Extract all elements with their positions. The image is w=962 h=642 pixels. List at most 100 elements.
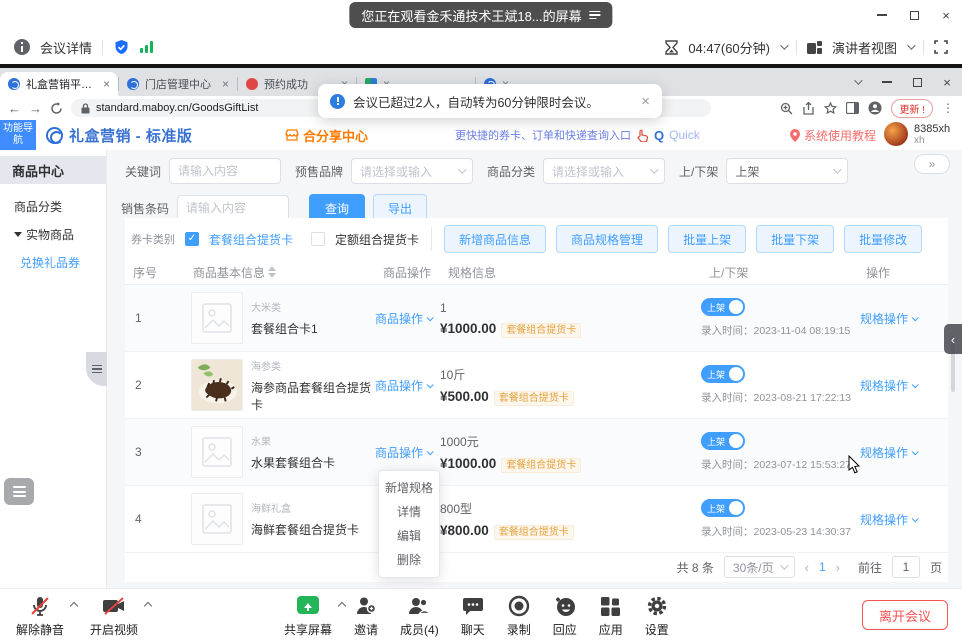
security-shield-icon[interactable] <box>113 39 130 56</box>
view-caret-icon[interactable] <box>907 41 915 49</box>
spec-action-dropdown[interactable]: 规格操作 <box>860 444 917 461</box>
tutorial-link[interactable]: 系统使用教程 <box>790 120 876 150</box>
checkbox-fixed-label[interactable]: 定额组合提货卡 <box>335 231 419 248</box>
start-video-button[interactable]: 开启视频 <box>90 594 138 638</box>
spec-manage-button[interactable]: 商品规格管理 <box>556 225 658 253</box>
prev-page-button[interactable]: ‹ <box>805 560 809 575</box>
tab-close-icon[interactable]: × <box>222 77 229 91</box>
forward-icon[interactable]: → <box>29 102 42 115</box>
back-icon[interactable]: ← <box>8 102 21 115</box>
invite-button[interactable]: 邀请 <box>354 594 378 638</box>
toast-close-icon[interactable]: × <box>641 93 650 110</box>
maximize-button[interactable] <box>898 0 930 30</box>
spec-action-dropdown[interactable]: 规格操作 <box>860 511 917 528</box>
next-page-button[interactable]: › <box>836 560 840 575</box>
meeting-details-link[interactable]: 会议详情 <box>40 38 92 57</box>
batch-edit-button[interactable]: 批量修改 <box>844 225 922 253</box>
shelf-toggle[interactable]: 上架 <box>701 298 745 316</box>
checkbox-fixed-card[interactable] <box>311 232 325 246</box>
fullscreen-icon[interactable] <box>934 40 948 54</box>
sidebar-item-categories[interactable]: 商品分类 <box>0 192 106 220</box>
browser-minimize-button[interactable] <box>872 68 902 96</box>
members-button[interactable]: 成员(4) <box>400 594 439 638</box>
menu-item-edit[interactable]: 编辑 <box>379 524 439 548</box>
menu-item-delete[interactable]: 删除 <box>379 548 439 572</box>
chat-button[interactable]: 聊天 <box>461 594 485 638</box>
quick-label[interactable]: Quick <box>669 128 700 142</box>
product-action-dropdown[interactable]: 商品操作 <box>375 377 432 394</box>
browser-close-button[interactable]: × <box>932 68 962 96</box>
info-icon[interactable] <box>14 39 30 55</box>
timer-caret-icon[interactable] <box>780 41 788 49</box>
card-type-tag: 套餐组合提货卡 <box>494 391 574 406</box>
browser-tab-active[interactable]: 礼盒营销平台管理中心 × <box>0 72 118 96</box>
user-account[interactable]: 8385xh xh <box>884 122 950 146</box>
close-button[interactable]: × <box>930 0 962 30</box>
chevron-up-icon[interactable] <box>338 602 346 610</box>
current-page[interactable]: 1 <box>819 560 826 574</box>
sidebar-item-gift-vouchers[interactable]: 兑换礼品券 <box>0 248 106 276</box>
browser-maximize-button[interactable] <box>902 68 932 96</box>
product-action-dropdown[interactable]: 商品操作 <box>375 310 432 327</box>
nav-toggle-button[interactable]: 功能导航 <box>0 120 36 150</box>
meeting-timer[interactable]: 04:47(60分钟) <box>688 38 770 57</box>
shelf-toggle[interactable]: 上架 <box>701 499 745 517</box>
category-select[interactable]: 请选择或输入 <box>543 158 665 184</box>
refresh-icon[interactable] <box>50 102 63 115</box>
minimize-button[interactable] <box>866 0 898 30</box>
tab-search-icon[interactable] <box>842 68 872 96</box>
share-icon[interactable] <box>802 102 815 115</box>
batch-off-shelf-button[interactable]: 批量下架 <box>756 225 834 253</box>
banner-menu-icon[interactable] <box>590 11 601 20</box>
sidebar-item-physical-goods[interactable]: 实物商品 <box>0 220 106 248</box>
checkbox-combo-label[interactable]: 套餐组合提货卡 <box>209 231 293 248</box>
page-size-select[interactable]: 30条/页 <box>724 556 795 578</box>
settings-button[interactable]: 设置 <box>645 594 669 638</box>
app-header: 功能导航 礼盒营销 - 标准版 合分享中心 更快捷的券卡、订单和快递查询入口 Q… <box>0 120 962 150</box>
brand-select[interactable]: 请选择或输入 <box>351 158 473 184</box>
share-screen-button[interactable]: 共享屏幕 <box>284 594 332 638</box>
collapse-filters-button[interactable]: » <box>914 154 950 174</box>
leave-meeting-button[interactable]: 离开会议 <box>862 600 948 630</box>
spec-action-dropdown[interactable]: 规格操作 <box>860 310 917 327</box>
side-drawer-handle[interactable]: ‹ <box>944 324 962 354</box>
reactions-button[interactable]: 回应 <box>553 594 577 638</box>
apps-button[interactable]: 应用 <box>599 594 623 638</box>
floating-list-button[interactable] <box>4 478 34 505</box>
keyword-input[interactable] <box>169 158 281 184</box>
shelf-select[interactable]: 上架 <box>726 158 848 184</box>
add-product-button[interactable]: 新增商品信息 <box>444 225 546 253</box>
bookmark-star-icon[interactable] <box>824 102 837 115</box>
menu-item-add-spec[interactable]: 新增规格 <box>379 476 439 500</box>
site-favicon <box>246 78 258 90</box>
gear-icon <box>646 594 668 618</box>
chevron-up-icon[interactable] <box>144 602 152 610</box>
product-name: 海参商品套餐组合提货卡 <box>251 379 375 413</box>
tab-close-icon[interactable]: × <box>103 77 110 91</box>
sort-icon[interactable] <box>268 266 276 278</box>
product-action-dropdown-open[interactable]: 商品操作 <box>375 444 432 461</box>
side-panel-icon[interactable] <box>846 102 859 114</box>
view-mode-selector[interactable]: 演讲者视图 <box>832 38 897 57</box>
layout-view-icon <box>807 41 822 54</box>
batch-on-shelf-button[interactable]: 批量上架 <box>668 225 746 253</box>
spec-action-dropdown[interactable]: 规格操作 <box>860 377 917 394</box>
browser-tab[interactable]: 门店管理中心 × <box>119 72 237 96</box>
record-button[interactable]: 录制 <box>507 594 531 638</box>
browser-update-button[interactable]: 更新 ! <box>891 99 933 118</box>
shelf-toggle[interactable]: 上架 <box>701 365 745 383</box>
unmute-button[interactable]: 解除静音 <box>16 594 64 638</box>
profile-icon[interactable] <box>868 101 882 115</box>
sidebar-section-product-center[interactable]: 商品中心 <box>0 156 106 184</box>
shelf-toggle[interactable]: 上架 <box>701 432 745 450</box>
avatar[interactable] <box>884 122 908 146</box>
zoom-icon[interactable] <box>780 102 793 115</box>
menu-item-details[interactable]: 详情 <box>379 500 439 524</box>
checkbox-combo-card[interactable]: ✓ <box>185 232 199 246</box>
camera-off-icon <box>102 594 126 618</box>
browser-menu-icon[interactable]: ⋮ <box>942 101 954 115</box>
quick-logo[interactable]: Q <box>654 128 664 143</box>
goto-page-input[interactable] <box>892 556 920 578</box>
share-center-link[interactable]: 合分享中心 <box>285 120 368 150</box>
chevron-up-icon[interactable] <box>70 602 78 610</box>
